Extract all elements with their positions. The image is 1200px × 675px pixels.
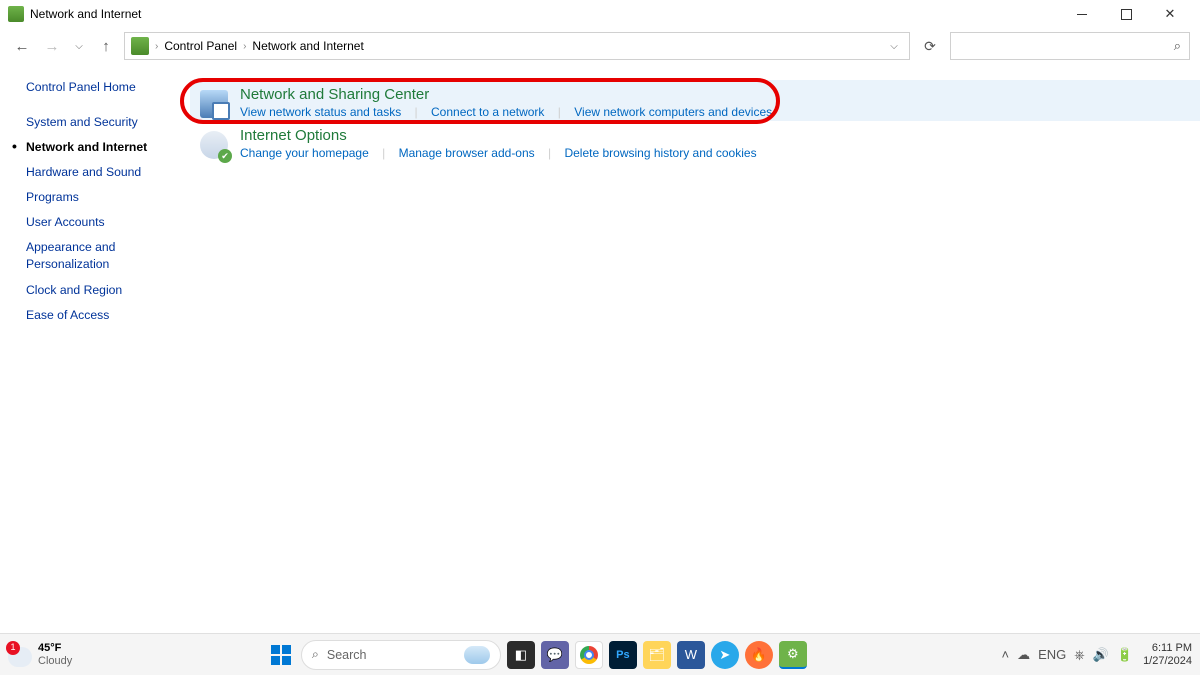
tray-battery-icon[interactable]: 🔋: [1117, 647, 1133, 663]
weather-icon: 1: [8, 643, 32, 667]
taskbar-app-chat[interactable]: 💬: [541, 641, 569, 669]
sidebar-item-hardware-sound[interactable]: Hardware and Sound: [26, 160, 190, 185]
maximize-button[interactable]: [1104, 0, 1148, 28]
internet-options-icon: [200, 131, 228, 159]
section-title[interactable]: Internet Options: [240, 127, 757, 144]
search-box[interactable]: ⌕: [950, 32, 1190, 60]
window-title: Network and Internet: [30, 7, 141, 21]
clock-date: 1/27/2024: [1143, 655, 1192, 668]
weather-temp: 45°F: [38, 642, 72, 654]
tray-wifi-icon[interactable]: ⎈: [1074, 647, 1084, 663]
sidebar-item-system-security[interactable]: System and Security: [26, 110, 190, 135]
taskbar-weather-widget[interactable]: 1 45°F Cloudy: [8, 642, 72, 666]
breadcrumb-root[interactable]: Control Panel: [164, 39, 237, 53]
link-connect-to-network[interactable]: Connect to a network: [431, 105, 544, 119]
weather-desc: Cloudy: [38, 655, 72, 667]
sidebar-item-appearance[interactable]: Appearance and Personalization: [26, 235, 190, 277]
network-sharing-icon: [200, 90, 228, 118]
tray-volume-icon[interactable]: 🔊: [1093, 647, 1109, 663]
link-delete-history[interactable]: Delete browsing history and cookies: [564, 146, 756, 160]
minimize-button[interactable]: [1060, 0, 1104, 28]
taskbar-app-explorer[interactable]: 🗂: [643, 641, 671, 669]
taskbar-app-telegram[interactable]: ➤: [711, 641, 739, 669]
tray-language[interactable]: ENG: [1038, 647, 1066, 662]
link-view-network-status[interactable]: View network status and tasks: [240, 105, 401, 119]
sidebar-item-ease-of-access[interactable]: Ease of Access: [26, 303, 190, 328]
toolbar: ← → ⌵ ↑ › Control Panel › Network and In…: [0, 28, 1200, 64]
link-change-homepage[interactable]: Change your homepage: [240, 146, 369, 160]
tray-overflow-icon[interactable]: ˄: [1002, 647, 1010, 662]
taskbar-app-firefox[interactable]: 🔥: [745, 641, 773, 669]
section-internet-options[interactable]: Internet Options Change your homepage | …: [190, 121, 1200, 162]
breadcrumb-current[interactable]: Network and Internet: [252, 39, 363, 53]
taskbar-app-word[interactable]: W: [677, 641, 705, 669]
search-icon: ⌕: [312, 647, 319, 662]
sidebar-item-programs[interactable]: Programs: [26, 185, 190, 210]
recent-locations-button[interactable]: ⌵: [70, 41, 88, 52]
address-bar-icon: [131, 37, 149, 55]
start-button[interactable]: [267, 641, 295, 669]
refresh-button[interactable]: ⟳: [916, 32, 944, 60]
taskbar-clock[interactable]: 6:11 PM 1/27/2024: [1143, 642, 1192, 667]
search-highlight-icon: [464, 646, 490, 664]
clock-time: 6:11 PM: [1143, 642, 1192, 655]
content-area: Network and Sharing Center View network …: [190, 80, 1200, 328]
link-manage-addons[interactable]: Manage browser add-ons: [399, 146, 535, 160]
taskbar-search[interactable]: ⌕ Search: [301, 640, 501, 670]
sidebar: Control Panel Home System and Security N…: [0, 80, 190, 328]
breadcrumb-separator: ›: [153, 41, 160, 52]
taskbar-app-taskview[interactable]: ◧: [507, 641, 535, 669]
taskbar-app-chrome[interactable]: [575, 641, 603, 669]
search-icon: ⌕: [1174, 38, 1181, 54]
close-button[interactable]: [1148, 0, 1192, 28]
taskbar-app-photoshop[interactable]: Ps: [609, 641, 637, 669]
section-links: Change your homepage | Manage browser ad…: [240, 146, 757, 160]
tray-onedrive-icon[interactable]: ☁: [1017, 647, 1030, 663]
link-view-network-computers[interactable]: View network computers and devices: [574, 105, 772, 119]
up-button[interactable]: ↑: [94, 34, 118, 58]
search-placeholder: Search: [327, 648, 367, 662]
breadcrumb-separator: ›: [241, 41, 248, 52]
control-panel-home-link[interactable]: Control Panel Home: [26, 80, 190, 94]
title-bar: Network and Internet: [0, 0, 1200, 28]
taskbar-app-control-panel[interactable]: ⚙: [779, 641, 807, 669]
back-button[interactable]: ←: [10, 34, 34, 58]
sidebar-item-clock-region[interactable]: Clock and Region: [26, 278, 190, 303]
address-bar[interactable]: › Control Panel › Network and Internet ⌵: [124, 32, 910, 60]
taskbar: 1 45°F Cloudy ⌕ Search ◧ 💬 Ps 🗂 W ➤ 🔥 ⚙ …: [0, 633, 1200, 675]
weather-badge: 1: [6, 641, 20, 655]
section-links: View network status and tasks | Connect …: [240, 105, 772, 119]
sidebar-item-network-internet[interactable]: Network and Internet: [26, 135, 190, 160]
address-history-button[interactable]: ⌵: [885, 41, 903, 52]
section-title[interactable]: Network and Sharing Center: [240, 86, 772, 103]
section-network-sharing-center[interactable]: Network and Sharing Center View network …: [190, 80, 1200, 121]
sidebar-item-user-accounts[interactable]: User Accounts: [26, 210, 190, 235]
forward-button[interactable]: →: [40, 34, 64, 58]
app-icon: [8, 6, 24, 22]
